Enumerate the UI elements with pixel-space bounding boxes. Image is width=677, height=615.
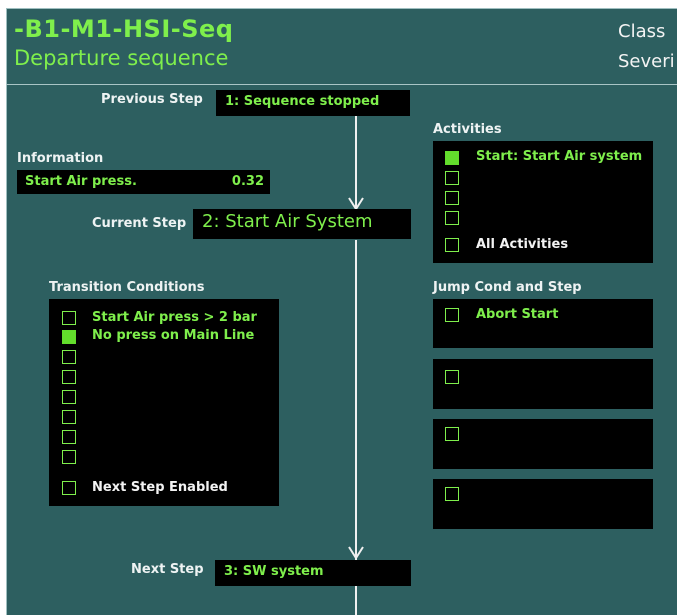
all-activities-label: All Activities [476,237,569,252]
activity-label-1: Start: Start Air system [476,149,643,164]
transition-conditions-title: Transition Conditions [49,280,205,295]
condition-label-1: Start Air press > 2 bar [92,310,257,325]
condition-checkbox-8 [62,450,76,464]
condition-checkbox-7 [62,430,76,444]
previous-step-value: 1: Sequence stopped [225,94,380,109]
next-step-value: 3: SW system [224,564,324,579]
next-step-label: Next Step [131,562,204,577]
information-title: Information [17,151,104,166]
sequence-panel: -B1-M1-HSI-Seq Departure sequence Class … [6,8,677,615]
jump-cond-title: Jump Cond and Step [433,280,582,295]
activity-checkbox-1[interactable] [445,151,459,165]
activity-checkbox-3[interactable] [445,191,459,205]
activity-checkbox-2[interactable] [445,171,459,185]
jump-box-3[interactable] [433,419,653,469]
condition-checkbox-2 [62,330,76,344]
condition-checkbox-4 [62,370,76,384]
jump-box-4[interactable] [433,479,653,529]
previous-step-box[interactable]: 1: Sequence stopped [216,90,410,116]
sequence-subtitle: Departure sequence [14,46,229,70]
jump-checkbox-4[interactable] [445,487,459,501]
jump-checkbox-3[interactable] [445,427,459,441]
jump-label-1: Abort Start [476,307,559,322]
condition-checkbox-5 [62,390,76,404]
information-name: Start Air press. [25,174,137,189]
current-step-label: Current Step [92,216,187,231]
next-step-enabled-checkbox[interactable] [62,481,76,495]
information-box: Start Air press. 0.32 [17,170,270,194]
all-activities-checkbox[interactable] [445,238,459,252]
condition-label-2: No press on Main Line [92,328,255,343]
flow-arrow-down-icon [348,546,364,560]
information-value: 0.32 [231,174,264,189]
next-step-enabled-label: Next Step Enabled [92,480,228,495]
sequence-title: -B1-M1-HSI-Seq [14,15,234,43]
condition-checkbox-6 [62,410,76,424]
current-step-value: 2: Start Air System [202,211,373,232]
current-step-box[interactable]: 2: Start Air System [193,209,411,239]
next-step-box[interactable]: 3: SW system [215,560,411,586]
jump-box-1[interactable]: Abort Start [433,299,653,348]
flow-line-middle [355,240,357,560]
condition-checkbox-3 [62,350,76,364]
activities-title: Activities [433,122,502,137]
condition-checkbox-1 [62,311,76,325]
jump-checkbox-1[interactable] [445,308,459,322]
class-label: Class [618,21,666,42]
flow-line-bottom [355,586,357,615]
activity-checkbox-4[interactable] [445,211,459,225]
jump-box-2[interactable] [433,359,653,409]
previous-step-label: Previous Step [101,92,203,107]
header: -B1-M1-HSI-Seq Departure sequence Class … [6,8,677,85]
severity-label: Severi [618,51,675,72]
activities-box: Start: Start Air system All Activities [433,141,653,263]
transition-conditions-box: Start Air press > 2 bar No press on Main… [49,299,279,506]
jump-checkbox-2[interactable] [445,370,459,384]
